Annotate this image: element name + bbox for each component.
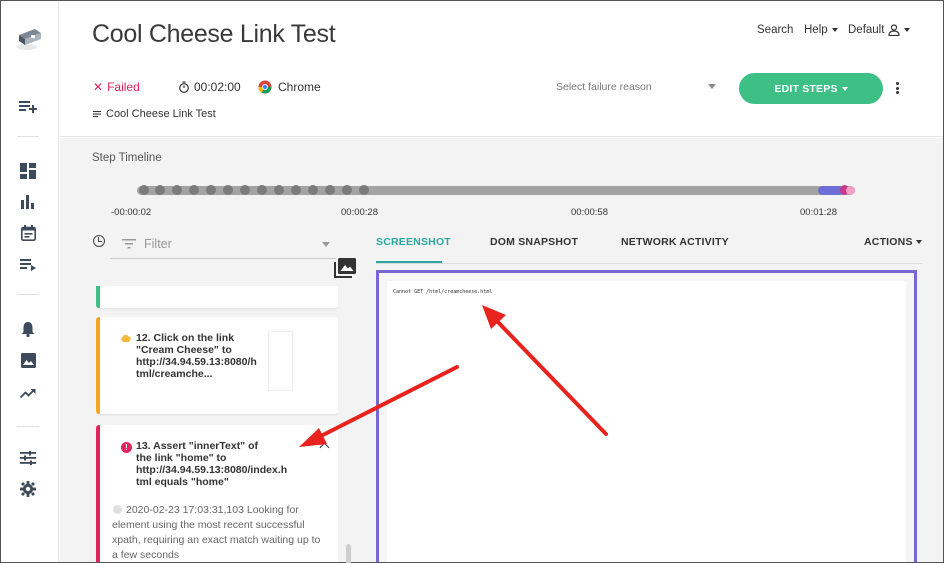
timeline-step-marker[interactable] <box>155 185 165 195</box>
timeline-step-marker[interactable] <box>172 185 182 195</box>
screenshot-viewer[interactable]: Cannot GET /html/creamcheese.html <box>376 270 917 562</box>
more-options-icon[interactable] <box>894 80 900 96</box>
filter-icon <box>122 238 136 248</box>
sidebar <box>1 1 59 562</box>
close-icon: ✕ <box>93 80 104 94</box>
sidebar-divider <box>17 136 39 137</box>
steps-scrollbar[interactable] <box>344 286 352 563</box>
error-icon: ! <box>121 442 132 453</box>
sidebar-divider <box>17 294 39 295</box>
timeline-step-marker[interactable] <box>240 185 250 195</box>
failure-reason-select[interactable]: Select failure reason <box>556 81 718 93</box>
test-run-header: Cool Cheese Link Test Search Help Defaul… <box>60 1 943 137</box>
timeline-step-marker[interactable] <box>359 185 369 195</box>
step-status-bar <box>96 317 100 414</box>
caret-down-icon <box>904 28 911 32</box>
profile-menu[interactable]: Default <box>848 24 911 36</box>
sidebar-divider <box>17 426 39 427</box>
chrome-icon <box>258 80 272 94</box>
timeline-marker <box>846 186 855 195</box>
actions-menu[interactable]: ACTIONS <box>864 236 922 248</box>
gear-icon[interactable] <box>18 479 38 499</box>
timeline-tick: -00:00:02 <box>111 207 152 218</box>
actions-label: ACTIONS <box>864 236 913 248</box>
add-list-icon[interactable] <box>18 96 38 116</box>
step-card[interactable] <box>96 286 338 308</box>
timeline-step-marker[interactable] <box>342 185 352 195</box>
duration-value: 00:02:00 <box>194 80 241 94</box>
clock-icon[interactable] <box>93 235 105 247</box>
test-name: Cool Cheese Link Test <box>106 108 216 120</box>
timeline-step-marker[interactable] <box>206 185 216 195</box>
app-logo-icon[interactable] <box>15 25 43 51</box>
search-link[interactable]: Search <box>757 24 793 36</box>
profile-label: Default <box>848 24 885 36</box>
timeline-step-marker[interactable] <box>223 185 233 195</box>
trending-icon[interactable] <box>18 383 38 403</box>
browser: Chrome <box>258 80 321 94</box>
caret-down-icon <box>831 28 838 32</box>
timeline-tick: 00:00:28 <box>341 207 378 218</box>
bell-icon[interactable] <box>18 319 38 339</box>
timeline-step-marker[interactable] <box>325 185 335 195</box>
timeline-step-marker[interactable] <box>139 185 149 195</box>
step-thumbnail[interactable] <box>268 331 293 391</box>
caret-down-icon <box>322 242 330 247</box>
filter-placeholder: Filter <box>144 236 172 251</box>
user-icon <box>888 24 901 36</box>
caret-down-icon <box>915 240 922 244</box>
screenshot-text: Cannot GET /html/creamcheese.html <box>393 289 493 295</box>
timeline-tick: 00:00:58 <box>571 207 608 218</box>
chevron-down-icon <box>708 84 716 89</box>
help-label: Help <box>804 24 828 36</box>
timeline-step-marker[interactable] <box>257 185 267 195</box>
caret-down-icon <box>841 86 848 91</box>
chevron-up-icon[interactable] <box>319 442 330 453</box>
timeline-step-marker[interactable] <box>308 185 318 195</box>
detail-tabs: SCREENSHOT DOM SNAPSHOT NETWORK ACTIVITY… <box>376 228 923 264</box>
scroll-thumb[interactable] <box>346 544 351 563</box>
edit-steps-label: EDIT STEPS <box>774 82 838 95</box>
step-card-12[interactable]: 12. Click on the link "Cream Cheese" to … <box>96 317 338 414</box>
step-title: 12. Click on the link "Cream Cheese" to … <box>136 332 257 380</box>
test-path[interactable]: Cool Cheese Link Test <box>93 108 216 120</box>
screenshot-image: Cannot GET /html/creamcheese.html <box>387 281 906 562</box>
duration: 00:02:00 <box>178 80 241 94</box>
step-status-bar <box>96 425 100 562</box>
playlist-icon[interactable] <box>18 255 38 275</box>
help-menu[interactable]: Help <box>804 24 838 36</box>
timeline-step-marker[interactable] <box>189 185 199 195</box>
edit-steps-button[interactable]: EDIT STEPS <box>739 73 883 104</box>
status-label: Failed <box>107 80 140 94</box>
step-log-text: 2020-02-23 17:03:31,103 Looking for elem… <box>112 504 321 561</box>
calendar-icon[interactable] <box>18 223 38 243</box>
timeline-step-marker[interactable] <box>291 185 301 195</box>
tab-screenshot[interactable]: SCREENSHOT <box>376 236 451 248</box>
tune-icon[interactable] <box>18 448 38 468</box>
status-badge: ✕ Failed <box>93 80 140 94</box>
step-timeline-label: Step Timeline <box>92 152 162 164</box>
active-tab-indicator <box>376 261 442 263</box>
timeline-step-marker[interactable] <box>274 185 284 195</box>
image-icon[interactable] <box>18 350 38 370</box>
bar-chart-icon[interactable] <box>18 192 38 212</box>
step-log: 2020-02-23 17:03:31,103 Looking for elem… <box>112 503 322 562</box>
tab-network-activity[interactable]: NETWORK ACTIVITY <box>621 236 729 248</box>
main-panel: Step Timeline -00:00:02 00:00:28 00:00:5… <box>60 138 943 563</box>
browser-name: Chrome <box>278 80 321 94</box>
steps-list: 12. Click on the link "Cream Cheese" to … <box>96 286 338 562</box>
step-title: 13. Assert "innerText" of the link "home… <box>136 440 288 488</box>
stopwatch-icon <box>179 81 189 93</box>
warning-hand-icon <box>121 335 131 342</box>
page-title: Cool Cheese Link Test <box>92 20 336 48</box>
timeline-tick: 00:01:28 <box>800 207 837 218</box>
dashboard-icon[interactable] <box>18 161 38 181</box>
image-gallery-icon[interactable] <box>334 258 356 278</box>
list-icon <box>93 111 101 118</box>
tab-dom-snapshot[interactable]: DOM SNAPSHOT <box>490 236 578 248</box>
filter-select[interactable]: Filter <box>110 229 336 259</box>
step-status-bar <box>96 286 100 308</box>
step-card-13[interactable]: ! 13. Assert "innerText" of the link "ho… <box>96 425 338 562</box>
